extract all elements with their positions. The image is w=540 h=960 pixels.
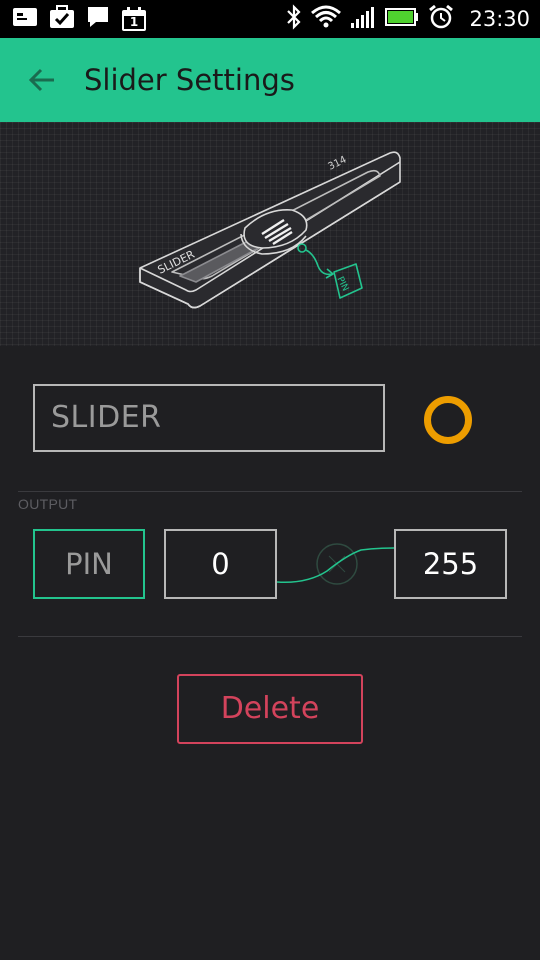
status-bar: 1 23:30 [0,0,540,38]
color-picker-button[interactable] [424,396,472,444]
calendar-day: 1 [129,15,139,29]
slider-illustration: SLIDER 314 PIN [139,151,401,309]
system-icons: 23:30 [286,4,530,34]
page-title: Slider Settings [84,63,295,97]
min-value-field[interactable]: 0 [164,529,277,599]
pin-tag: PIN [335,275,350,293]
widget-name-field[interactable]: SLIDER [33,384,385,452]
widget-preview-value: 314 [326,154,348,172]
mail-icon [12,6,38,32]
back-button[interactable] [22,60,62,100]
divider [18,491,522,492]
widget-preview: SLIDER 314 PIN [0,122,540,346]
notification-icons: 1 [12,4,147,34]
battery-icon [385,7,419,31]
message-icon [86,5,110,33]
range-connector [277,543,394,585]
divider [18,636,522,637]
pin-select-button[interactable]: PIN [33,529,145,599]
section-label-output: OUTPUT [18,496,78,512]
bluetooth-icon [286,4,302,34]
signal-icon [350,5,376,33]
app-bar: Slider Settings [0,38,540,122]
wifi-icon [311,5,342,33]
alarm-icon [428,4,454,34]
clock: 23:30 [469,7,530,31]
calendar-icon: 1 [121,6,147,32]
max-value-field[interactable]: 255 [394,529,507,599]
delete-button[interactable]: Delete [177,674,363,744]
briefcase-check-icon [49,5,75,33]
arrow-back-icon [28,68,54,92]
